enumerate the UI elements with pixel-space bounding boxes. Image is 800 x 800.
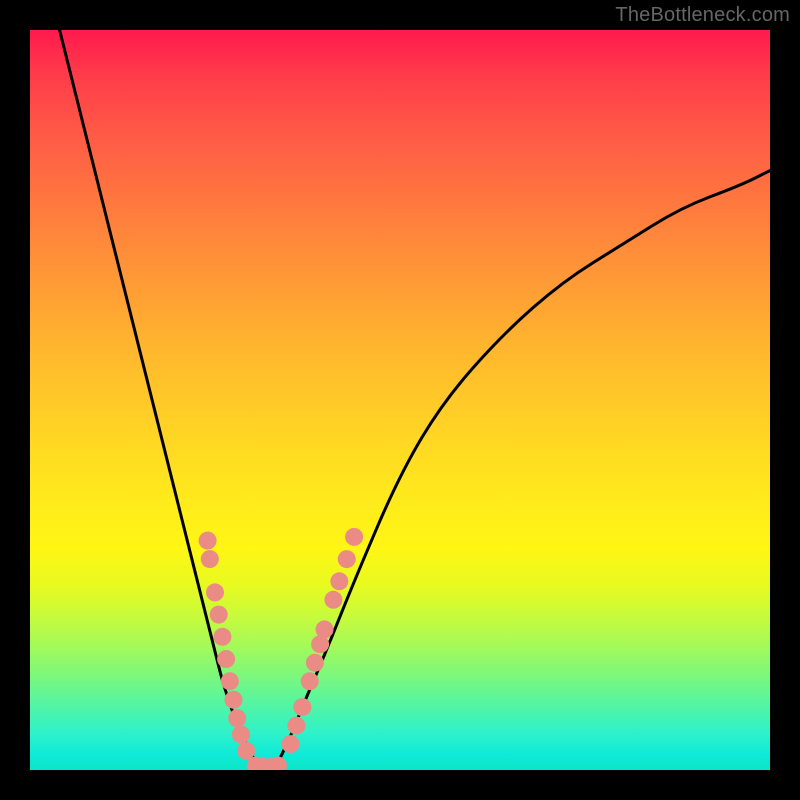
marker-right_emphasis	[324, 591, 342, 609]
marker-left_emphasis	[217, 650, 235, 668]
chart-curve-curve_right	[274, 171, 770, 770]
marker-left_emphasis	[210, 606, 228, 624]
marker-left_emphasis	[206, 583, 224, 601]
marker-right_emphasis	[345, 528, 363, 546]
marker-right_emphasis	[301, 672, 319, 690]
marker-left_emphasis	[237, 742, 255, 760]
source-watermark: TheBottleneck.com	[615, 4, 790, 27]
curves-group	[60, 30, 770, 770]
marker-left_emphasis	[221, 672, 239, 690]
marker-left_emphasis	[232, 725, 250, 743]
marker-left_emphasis	[225, 691, 243, 709]
marker-right_emphasis	[338, 550, 356, 568]
marker-right_emphasis	[330, 572, 348, 590]
marker-right_emphasis	[316, 620, 334, 638]
marker-right_emphasis	[281, 735, 299, 753]
marker-left_emphasis	[201, 550, 219, 568]
marker-left_emphasis	[228, 709, 246, 727]
chart-frame: TheBottleneck.com	[0, 0, 800, 800]
marker-left_emphasis	[199, 532, 217, 550]
marker-right_emphasis	[293, 698, 311, 716]
chart-svg	[30, 30, 770, 770]
markers-group	[199, 528, 364, 770]
marker-left_emphasis	[213, 628, 231, 646]
marker-right_emphasis	[306, 654, 324, 672]
marker-right_emphasis	[287, 717, 305, 735]
plot-area	[30, 30, 770, 770]
